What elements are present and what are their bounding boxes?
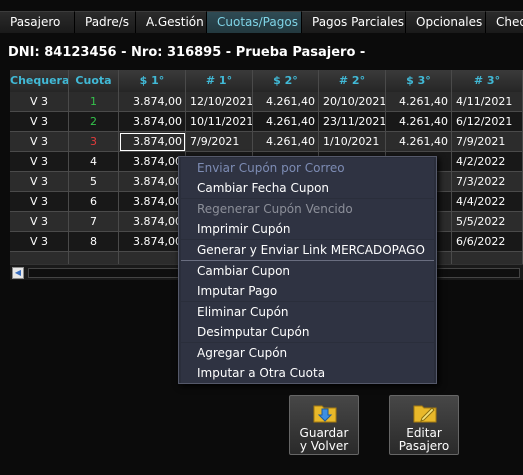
- grid-header: Chequera Cuota $ 1° # 1° $ 2° # 2° $ 3° …: [10, 70, 523, 92]
- cell-cuota[interactable]: 4: [69, 152, 119, 172]
- cell-cuota[interactable]: [69, 252, 119, 264]
- cell-cuota[interactable]: 1: [69, 92, 119, 112]
- tab-cheq[interactable]: Cheq: [486, 11, 523, 33]
- cell-monto-1[interactable]: 3.874,00: [119, 132, 186, 152]
- folder-edit-icon: [413, 405, 437, 423]
- table-row[interactable]: V 3 3 3.874,00 7/9/2021 4.261,40 1/10/2021 4.2…: [10, 132, 523, 152]
- cell-fecha-3[interactable]: 7/3/2022: [452, 172, 523, 192]
- tab-agestion[interactable]: A.Gestión: [136, 11, 207, 33]
- cell-monto-1[interactable]: 3.874,00: [119, 192, 186, 212]
- cell-cuota[interactable]: 7: [69, 212, 119, 232]
- cell-monto-1[interactable]: 3.874,00: [119, 212, 186, 232]
- column-header-monto-1[interactable]: $ 1°: [119, 70, 186, 92]
- cell-monto-1[interactable]: 3.874,00: [119, 152, 186, 172]
- tab-pasajero[interactable]: Pasajero: [0, 11, 75, 33]
- cell-monto-1[interactable]: 3.874,00: [119, 92, 186, 112]
- column-header-monto-3[interactable]: $ 3°: [386, 70, 452, 92]
- tab-cuotas-pagos[interactable]: Cuotas/Pagos: [207, 11, 302, 33]
- cell-cuota[interactable]: 3: [69, 132, 119, 152]
- menu-item-generar-link-mercadopago[interactable]: Generar y Enviar Link MERCADOPAGO: [181, 240, 434, 260]
- menu-item-agregar-cupon[interactable]: Agregar Cupón: [181, 343, 434, 363]
- cell-monto-2[interactable]: 4.261,40: [253, 92, 319, 112]
- menu-item-desimputar-cupon[interactable]: Desimputar Cupón: [181, 322, 434, 342]
- tab-padres[interactable]: Padre/s: [75, 11, 136, 33]
- cell-chequera[interactable]: V 3: [10, 132, 69, 152]
- cell-chequera[interactable]: [10, 252, 69, 264]
- menu-item-imputar-otra-cuota[interactable]: Imputar a Otra Cuota: [181, 363, 434, 383]
- editar-pasajero-button[interactable]: Editar Pasajero: [389, 395, 459, 455]
- column-header-monto-2[interactable]: $ 2°: [253, 70, 319, 92]
- menu-item-eliminar-cupon[interactable]: Eliminar Cupón: [181, 302, 434, 322]
- cell-monto-2[interactable]: 4.261,40: [253, 132, 319, 152]
- cell-fecha-3[interactable]: 4/4/2022: [452, 192, 523, 212]
- menu-item-enviar-cupon-correo[interactable]: Enviar Cupón por Correo: [181, 158, 434, 178]
- cell-chequera[interactable]: V 3: [10, 152, 69, 172]
- cell-fecha-2[interactable]: 23/11/2021: [319, 112, 386, 132]
- menu-item-imputar-pago[interactable]: Imputar Pago: [181, 281, 434, 301]
- cell-fecha-3[interactable]: 4/2/2022: [452, 152, 523, 172]
- column-header-fecha-3[interactable]: # 3°: [452, 70, 523, 92]
- column-header-fecha-1[interactable]: # 1°: [186, 70, 253, 92]
- cell-fecha-3[interactable]: 6/12/2021: [452, 112, 523, 132]
- cell-cuota[interactable]: 8: [69, 232, 119, 252]
- tab-bar: Pasajero Padre/s A.Gestión Cuotas/Pagos …: [0, 11, 523, 33]
- editar-pasajero-label: Editar Pasajero: [398, 426, 450, 453]
- folder-download-icon: [313, 405, 337, 423]
- tab-pagos-parciales[interactable]: Pagos Parciales: [302, 11, 406, 33]
- cell-chequera[interactable]: V 3: [10, 192, 69, 212]
- cell-monto-3[interactable]: 4.261,40: [386, 112, 452, 132]
- cell-monto-2[interactable]: 4.261,40: [253, 112, 319, 132]
- cell-fecha-1[interactable]: 10/11/2021: [186, 112, 253, 132]
- cell-fecha-1[interactable]: 7/9/2021: [186, 132, 253, 152]
- scroll-left-arrow-icon[interactable]: ◀: [12, 267, 24, 279]
- cell-fecha-1[interactable]: 12/10/2021: [186, 92, 253, 112]
- context-menu: Enviar Cupón por Correo Cambiar Fecha Cu…: [178, 156, 437, 384]
- guardar-volver-button[interactable]: Guardar y Volver: [289, 395, 359, 455]
- page-title: DNI: 84123456 - Nro: 316895 - Prueba Pas…: [8, 45, 366, 60]
- table-row[interactable]: V 3 1 3.874,00 12/10/2021 4.261,40 20/10/2021…: [10, 92, 523, 112]
- column-header-chequera[interactable]: Chequera: [10, 70, 69, 92]
- guardar-volver-label: Guardar y Volver: [299, 426, 349, 453]
- menu-item-imprimir-cupon[interactable]: Imprimir Cupón: [181, 219, 434, 239]
- cell-chequera[interactable]: V 3: [10, 212, 69, 232]
- cell-chequera[interactable]: V 3: [10, 232, 69, 252]
- cell-fecha-2[interactable]: 1/10/2021: [319, 132, 386, 152]
- cell-cuota[interactable]: 6: [69, 192, 119, 212]
- cell-monto-3[interactable]: 4.261,40: [386, 132, 452, 152]
- cell-chequera[interactable]: V 3: [10, 112, 69, 132]
- cell-fecha-3[interactable]: 7/9/2021: [452, 132, 523, 152]
- table-row[interactable]: V 3 2 3.874,00 10/11/2021 4.261,40 23/11/2021…: [10, 112, 523, 132]
- cell-fecha-3[interactable]: 4/11/2021: [452, 92, 523, 112]
- column-header-fecha-2[interactable]: # 2°: [319, 70, 386, 92]
- cell-monto-1[interactable]: 3.874,00: [119, 172, 186, 192]
- cell-fecha-3[interactable]: 6/6/2022: [452, 232, 523, 252]
- cell-fecha-3[interactable]: [452, 252, 523, 264]
- menu-item-cambiar-fecha-cupon[interactable]: Cambiar Fecha Cupon: [181, 178, 434, 198]
- cell-monto-3[interactable]: 4.261,40: [386, 92, 452, 112]
- cell-chequera[interactable]: V 3: [10, 92, 69, 112]
- cell-cuota[interactable]: 2: [69, 112, 119, 132]
- tab-opcionales[interactable]: Opcionales: [406, 11, 486, 33]
- cell-fecha-3[interactable]: 5/5/2022: [452, 212, 523, 232]
- cell-monto-1[interactable]: [119, 252, 186, 264]
- cell-monto-1[interactable]: 3.874,00: [119, 112, 186, 132]
- menu-item-regenerar-cupon-vencido: Regenerar Cupón Vencido: [181, 199, 434, 219]
- cell-chequera[interactable]: V 3: [10, 172, 69, 192]
- cell-fecha-2[interactable]: 20/10/2021: [319, 92, 386, 112]
- cell-monto-1[interactable]: 3.874,00: [119, 232, 186, 252]
- menu-item-cambiar-cupon[interactable]: Cambiar Cupon: [181, 261, 434, 281]
- column-header-cuota[interactable]: Cuota: [69, 70, 119, 92]
- cell-cuota[interactable]: 5: [69, 172, 119, 192]
